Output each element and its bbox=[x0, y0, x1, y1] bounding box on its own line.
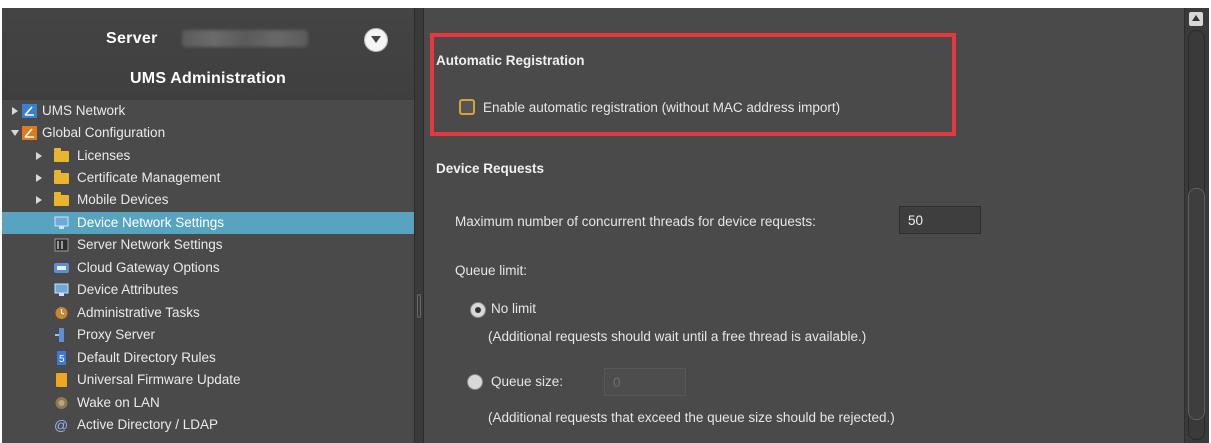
no-limit-radio[interactable] bbox=[470, 302, 486, 318]
folder-icon bbox=[54, 148, 69, 162]
tree-item-label: Universal Firmware Update bbox=[77, 372, 241, 387]
no-limit-label[interactable]: No limit bbox=[491, 301, 536, 316]
tree-item-mobile-devices[interactable]: Mobile Devices bbox=[2, 189, 414, 211]
tree-item-certificate-management[interactable]: Certificate Management bbox=[2, 167, 414, 189]
at-icon: @ bbox=[54, 418, 68, 432]
monitor-icon bbox=[54, 216, 69, 229]
expand-arrow-icon[interactable] bbox=[36, 196, 42, 204]
section-heading-device-requests: Device Requests bbox=[436, 161, 545, 176]
server-address-redacted bbox=[182, 30, 308, 47]
collapse-button[interactable] bbox=[364, 28, 388, 52]
folder-icon bbox=[54, 170, 69, 184]
server-label: Server bbox=[106, 30, 158, 47]
threads-input[interactable]: 50 bbox=[899, 206, 981, 234]
tree-item-label: Certificate Management bbox=[77, 170, 221, 185]
tree-item-wake-on-lan[interactable]: Wake on LAN bbox=[2, 392, 414, 414]
expand-arrow-icon[interactable] bbox=[36, 152, 42, 160]
scroll-thumb[interactable] bbox=[1188, 188, 1205, 420]
queue-size-label[interactable]: Queue size: bbox=[491, 374, 563, 389]
panel-splitter[interactable] bbox=[414, 8, 424, 443]
tree-item-active-directory-ldap[interactable]: @ Active Directory / LDAP bbox=[2, 414, 414, 436]
expand-arrow-icon[interactable] bbox=[36, 174, 42, 182]
tree-item-device-attributes[interactable]: Device Attributes bbox=[2, 279, 414, 301]
server-icon bbox=[54, 238, 69, 252]
tree-item-device-network-settings[interactable]: Device Network Settings bbox=[2, 212, 414, 234]
tree-item-administrative-tasks[interactable]: Administrative Tasks bbox=[2, 302, 414, 324]
cloud-gateway-icon bbox=[54, 263, 69, 273]
chevron-down-icon bbox=[371, 36, 381, 43]
tree-item-label: Device Attributes bbox=[77, 282, 179, 297]
tree-item-licenses[interactable]: Licenses bbox=[2, 145, 414, 167]
tree-item-label: Mobile Devices bbox=[77, 192, 169, 207]
tree-item-label: Active Directory / LDAP bbox=[77, 417, 219, 432]
queue-size-note: (Additional requests that exceed the que… bbox=[488, 410, 895, 425]
splitter-grip-icon[interactable] bbox=[417, 294, 421, 318]
tree-item-label: Administrative Tasks bbox=[77, 305, 200, 320]
tree-item-label: Licenses bbox=[77, 148, 131, 163]
expand-arrow-icon[interactable] bbox=[12, 107, 18, 115]
no-limit-note: (Additional requests should wait until a… bbox=[488, 329, 867, 344]
folder-icon bbox=[54, 192, 69, 206]
proxy-icon bbox=[55, 328, 64, 342]
queue-limit-label: Queue limit: bbox=[455, 263, 528, 278]
svg-text:5: 5 bbox=[59, 354, 65, 365]
tree-item-label: Wake on LAN bbox=[77, 395, 160, 410]
tree-item-global-configuration[interactable]: Global Configuration bbox=[2, 122, 414, 144]
app-window: Server UMS Administration UMS Network Gl… bbox=[2, 8, 1209, 443]
tree-item-label: UMS Network bbox=[42, 103, 126, 118]
settings-panel: Automatic Registration Enable automatic … bbox=[424, 8, 1184, 443]
collapse-arrow-icon[interactable] bbox=[11, 130, 19, 136]
tree-item-proxy-server[interactable]: Proxy Server bbox=[2, 324, 414, 346]
tree-item-server-network-settings[interactable]: Server Network Settings bbox=[2, 234, 414, 256]
queue-size-radio[interactable] bbox=[467, 374, 483, 390]
rules-icon: 5 bbox=[57, 351, 66, 365]
monitor-icon bbox=[54, 283, 69, 296]
tree-item-label: Device Network Settings bbox=[77, 215, 225, 230]
sidebar: Server UMS Administration UMS Network Gl… bbox=[2, 8, 414, 443]
tree-item-default-directory-rules[interactable]: 5 Default Directory Rules bbox=[2, 347, 414, 369]
wake-icon bbox=[55, 397, 68, 409]
sidebar-header: Server UMS Administration bbox=[2, 8, 414, 100]
vertical-scrollbar[interactable] bbox=[1184, 8, 1209, 443]
global-config-icon bbox=[22, 126, 37, 140]
clock-icon bbox=[55, 307, 68, 319]
tree-item-label: Global Configuration bbox=[42, 125, 166, 140]
panel-title: UMS Administration bbox=[130, 70, 286, 87]
tree-item-ums-network[interactable]: UMS Network bbox=[2, 100, 414, 122]
tree-item-label: Default Directory Rules bbox=[77, 350, 216, 365]
tree-item-label: Proxy Server bbox=[77, 327, 156, 342]
scroll-up-icon[interactable] bbox=[1189, 12, 1203, 26]
svg-text:@: @ bbox=[54, 418, 68, 432]
tree-item-cloud-gateway-options[interactable]: Cloud Gateway Options bbox=[2, 257, 414, 279]
tree-item-label: Cloud Gateway Options bbox=[77, 260, 220, 275]
tree-item-label: Server Network Settings bbox=[77, 237, 223, 252]
ums-network-icon bbox=[22, 104, 37, 118]
annotation-highlight-box bbox=[430, 33, 956, 136]
firmware-icon bbox=[56, 373, 67, 387]
tree-item-universal-firmware-update[interactable]: Universal Firmware Update bbox=[2, 369, 414, 391]
queue-size-input[interactable]: 0 bbox=[604, 368, 686, 396]
threads-label: Maximum number of concurrent threads for… bbox=[455, 214, 816, 229]
